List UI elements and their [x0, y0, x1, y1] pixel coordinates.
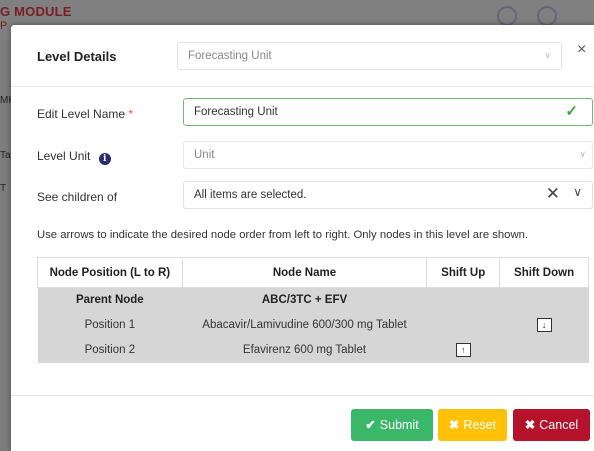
- level-unit-select[interactable]: Unit ∨: [183, 141, 593, 169]
- edit-level-name-text: Edit Level Name: [37, 107, 126, 121]
- modal-title: Level Details: [37, 49, 117, 64]
- shift-up-cell: [426, 287, 500, 313]
- table-row: Parent Node ABC/3TC + EFV: [37, 287, 589, 313]
- close-icon: ✖: [448, 418, 460, 432]
- submit-button[interactable]: ✔ Submit: [351, 409, 433, 441]
- close-icon: ✖: [524, 418, 536, 432]
- column-header: Shift Down: [499, 257, 589, 288]
- upload-icon: [537, 6, 557, 26]
- edit-level-name-label: Edit Level Name *: [37, 107, 133, 121]
- table-row: Position 1 Abacavir/Lamivudine 600/300 m…: [37, 312, 589, 338]
- database-icon: [497, 6, 517, 26]
- column-header: Node Position (L to R): [37, 257, 183, 288]
- level-name-value: Forecasting Unit: [194, 106, 278, 118]
- clear-icon[interactable]: ✕: [546, 184, 560, 204]
- info-icon[interactable]: i: [98, 153, 111, 165]
- level-unit-placeholder: Unit: [194, 149, 215, 161]
- shift-down-cell: [499, 337, 589, 363]
- shift-down-cell: [499, 287, 589, 313]
- background-side-text: Ta: [0, 150, 11, 161]
- shift-down-cell: ↓: [499, 312, 589, 338]
- reset-button[interactable]: ✖ Reset: [438, 409, 507, 441]
- table-header-row: Node Position (L to R) Node Name Shift U…: [37, 257, 589, 288]
- chevron-down-icon: ∨: [544, 50, 551, 60]
- chevron-down-icon: ∨: [579, 149, 586, 159]
- table-row: Position 2 Efavirenz 600 mg Tablet ↑: [37, 337, 589, 363]
- shift-up-button[interactable]: ↑: [455, 343, 471, 357]
- cancel-button[interactable]: ✖ Cancel: [513, 409, 590, 441]
- node-position: Parent Node: [37, 287, 183, 313]
- see-children-label: See children of: [37, 190, 118, 204]
- see-children-select[interactable]: All items are selected. ✕ ∨: [183, 181, 593, 209]
- module-title: G MODULE: [0, 4, 72, 19]
- reset-label: Reset: [463, 418, 497, 432]
- column-header: Shift Up: [426, 257, 501, 288]
- required-mark: *: [128, 107, 134, 121]
- shift-down-button[interactable]: ↓: [536, 318, 552, 332]
- level-details-modal: Level Details Forecasting Unit ∨ × Edit …: [11, 25, 594, 451]
- footer-divider: [11, 395, 594, 396]
- level-unit-text: Level Unit: [37, 149, 91, 163]
- modal-header: Level Details Forecasting Unit ∨ ×: [11, 25, 594, 87]
- close-button[interactable]: ×: [577, 41, 586, 59]
- node-order-table: Node Position (L to R) Node Name Shift U…: [37, 257, 589, 363]
- node-position: Position 1: [37, 312, 183, 338]
- background-side-text: T: [0, 183, 7, 194]
- node-name: Abacavir/Lamivudine 600/300 mg Tablet: [182, 312, 427, 338]
- shift-up-cell: ↑: [426, 337, 500, 363]
- instruction-text: Use arrows to indicate the desired node …: [37, 229, 529, 241]
- submit-label: Submit: [379, 418, 419, 432]
- check-icon: ✓: [565, 103, 578, 120]
- chevron-down-icon[interactable]: ∨: [573, 185, 582, 199]
- cancel-label: Cancel: [539, 418, 579, 432]
- level-unit-label: Level Unit i: [37, 149, 111, 165]
- node-position: Position 2: [37, 337, 183, 363]
- node-name: ABC/3TC + EFV: [182, 287, 427, 313]
- see-children-value: All items are selected.: [194, 189, 307, 201]
- node-name: Efavirenz 600 mg Tablet: [182, 337, 427, 363]
- level-name-input[interactable]: Forecasting Unit ✓: [183, 98, 593, 126]
- check-icon: ✔: [365, 418, 376, 432]
- shift-up-cell: [426, 312, 500, 338]
- column-header: Node Name: [181, 257, 428, 288]
- level-select[interactable]: Forecasting Unit ∨: [177, 42, 562, 70]
- level-select-value: Forecasting Unit: [188, 50, 272, 62]
